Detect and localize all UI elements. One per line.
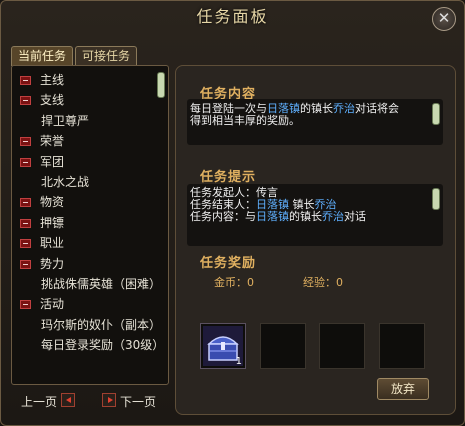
list-item[interactable]: 挑战侏儒英雄（困难） [16,274,161,294]
list-item[interactable]: 每日登录奖励（30级） [16,335,164,355]
reward-item-slot[interactable] [260,323,306,369]
reward-item-slot[interactable]: 1 [200,323,246,369]
collapse-icon[interactable] [20,198,31,208]
hint-section-title: 任务提示 [200,170,257,185]
collapse-icon[interactable] [20,76,31,85]
collapse-icon[interactable] [20,218,31,228]
close-icon[interactable]: ✕ [432,7,456,31]
gold-reward: 金币：0 [214,276,254,289]
list-item[interactable]: 主线 [16,70,154,90]
collapse-icon[interactable] [20,300,31,310]
list-item[interactable]: 军团 [16,152,154,172]
hint-scrollbar[interactable] [432,188,440,210]
collapse-icon[interactable] [20,239,31,249]
list-item[interactable]: 职业 [16,233,154,253]
list-item[interactable]: 物资 [16,192,154,212]
quest-list: 主线 支线 捍卫尊严 荣誉 军团 北水之战 物资 押镖 职业 势力 挑战侏儒英雄… [16,70,164,355]
collapse-icon[interactable] [20,157,31,167]
reward-section-title: 任务奖励 [200,256,257,271]
content-scrollbar[interactable] [432,103,440,125]
prev-page-button[interactable]: 上一页 [21,393,57,410]
panel-title: 任务面板 [196,7,269,26]
collapse-icon[interactable] [20,259,31,269]
content-text: 每日登陆一次与日落镇的镇长乔治对话将会 得到相当丰厚的奖励。 [190,102,399,127]
list-item[interactable]: 捍卫尊严 [16,111,154,131]
content-text-box: 每日登陆一次与日落镇的镇长乔治对话将会 得到相当丰厚的奖励。 [187,99,443,145]
list-item[interactable]: 北水之战 [16,172,154,192]
tab-bar: 当前任务 可接任务 [11,45,139,66]
tab-available-quests[interactable]: 可接任务 [75,46,138,66]
abandon-button[interactable]: 放弃 [377,378,429,400]
quest-list-panel: 主线 支线 捍卫尊严 荣誉 军团 北水之战 物资 押镖 职业 势力 挑战侏儒英雄… [11,65,169,385]
list-item[interactable]: 活动 [16,294,154,314]
hint-text-box: 任务发起人：传言 任务结束人：日落镇 镇长乔治 任务内容：与日落镇的镇长乔治对话 [187,184,443,246]
reward-item-slot[interactable] [319,323,365,369]
list-item[interactable]: 支线 [16,90,154,110]
collapse-icon[interactable] [20,96,31,106]
prev-page-icon[interactable] [61,393,75,407]
list-item[interactable]: 荣誉 [16,131,154,151]
list-item[interactable]: 押镖 [16,213,154,233]
reward-item-slot[interactable] [379,323,425,369]
collapse-icon[interactable] [20,137,31,147]
hint-text: 任务发起人：传言 任务结束人：日落镇 镇长乔治 任务内容：与日落镇的镇长乔治对话 [190,186,366,223]
next-page-icon[interactable] [102,393,116,407]
tab-current-quests[interactable]: 当前任务 [11,46,74,66]
item-count: 1 [235,356,242,367]
list-item[interactable]: 玛尔斯的奴仆（副本） [16,315,161,335]
quest-panel: 任务面板 ✕ 当前任务 可接任务 主线 支线 捍卫尊严 荣誉 军团 北水之战 物资… [0,0,465,426]
quest-list-scrollbar[interactable] [157,72,165,98]
exp-reward: 经验：0 [303,276,343,289]
list-item[interactable]: 势力 [16,254,154,274]
title-bar: 任务面板 [1,1,464,33]
next-page-button[interactable]: 下一页 [120,393,156,410]
